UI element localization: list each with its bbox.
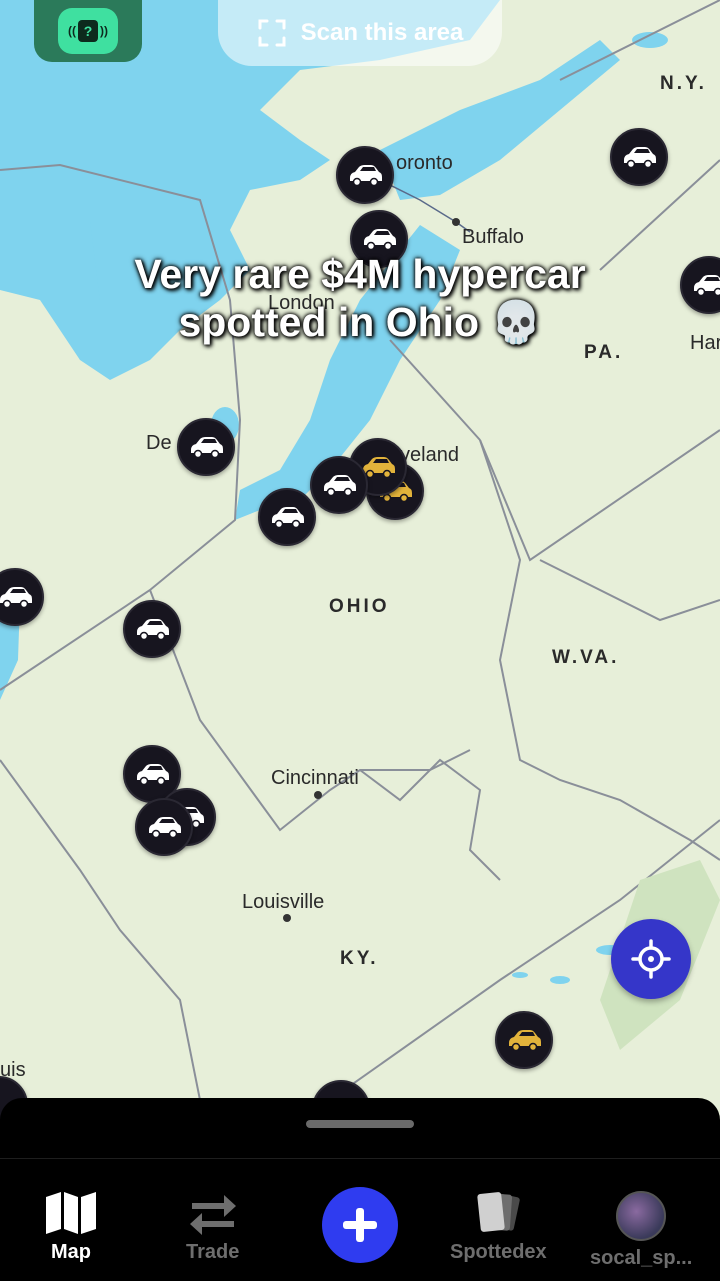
- city-label-toronto: oronto: [396, 152, 453, 175]
- sheet-drag-handle[interactable]: [306, 1120, 414, 1128]
- car-marker-gold[interactable]: [495, 1011, 553, 1069]
- locate-me-button[interactable]: [611, 919, 691, 999]
- scan-frame-icon: [257, 18, 287, 48]
- car-icon: [188, 436, 224, 458]
- car-icon: [146, 816, 182, 838]
- car-marker[interactable]: [258, 488, 316, 546]
- car-icon: [269, 506, 305, 528]
- city-label-cleveland: veland: [400, 444, 459, 467]
- city-label-buffalo: Buffalo: [462, 226, 524, 249]
- car-icon: [361, 228, 397, 250]
- car-marker[interactable]: [336, 146, 394, 204]
- car-marker[interactable]: [135, 798, 193, 856]
- tab-spottedex[interactable]: Spottedex: [450, 1191, 547, 1264]
- car-icon: [134, 763, 170, 785]
- bottom-sheet[interactable]: [0, 1098, 720, 1158]
- state-label-ohio: OHIO: [329, 596, 390, 618]
- car-marker[interactable]: [610, 128, 668, 186]
- caption-line-2: spotted in Ohio 💀: [60, 298, 660, 346]
- caption-line-1: Very rare $4M hypercar: [60, 250, 660, 298]
- video-caption: Very rare $4M hypercar spotted in Ohio 💀: [60, 250, 660, 346]
- tab-label: Map: [51, 1241, 91, 1264]
- tab-map[interactable]: Map: [44, 1191, 98, 1264]
- car-icon: [691, 274, 720, 296]
- add-spot-button[interactable]: [322, 1187, 398, 1263]
- car-icon: [134, 618, 170, 640]
- state-label-wva: W.VA.: [552, 647, 619, 669]
- trade-icon: [188, 1191, 238, 1235]
- tab-label: Trade: [186, 1241, 239, 1264]
- car-icon: [0, 586, 33, 608]
- city-label-cincinnati: Cincinnati: [271, 767, 359, 790]
- city-label-louisville: Louisville: [242, 891, 324, 914]
- state-label-ny: N.Y.: [660, 73, 707, 95]
- crosshair-icon: [631, 939, 671, 979]
- plus-icon: [341, 1206, 379, 1244]
- car-icon: [506, 1029, 542, 1051]
- scan-area-label: Scan this area: [301, 19, 464, 47]
- tab-label: socal_sp...: [590, 1247, 692, 1270]
- cards-icon: [473, 1191, 523, 1235]
- tab-profile[interactable]: socal_sp...: [590, 1191, 692, 1270]
- city-label-detroit: De: [146, 432, 172, 455]
- car-icon: [321, 474, 357, 496]
- car-marker[interactable]: [123, 600, 181, 658]
- tab-label: Spottedex: [450, 1241, 547, 1264]
- car-icon: [621, 146, 657, 168]
- signal-question-icon: (( ? )): [58, 8, 118, 54]
- city-label-har: Har: [690, 332, 720, 355]
- map-view[interactable]: oronto Buffalo London De veland Cincinna…: [0, 0, 720, 1100]
- car-marker[interactable]: [310, 456, 368, 514]
- tab-bar: Map Trade Spottedex socal_sp...: [0, 1158, 720, 1281]
- scan-area-button[interactable]: Scan this area: [218, 0, 502, 66]
- state-label-ky: KY.: [340, 948, 379, 970]
- map-icon: [44, 1191, 98, 1235]
- car-icon: [347, 164, 383, 186]
- car-marker[interactable]: [177, 418, 235, 476]
- avatar: [616, 1191, 666, 1241]
- tab-trade[interactable]: Trade: [186, 1191, 239, 1264]
- mystery-badge-button[interactable]: (( ? )): [34, 0, 142, 62]
